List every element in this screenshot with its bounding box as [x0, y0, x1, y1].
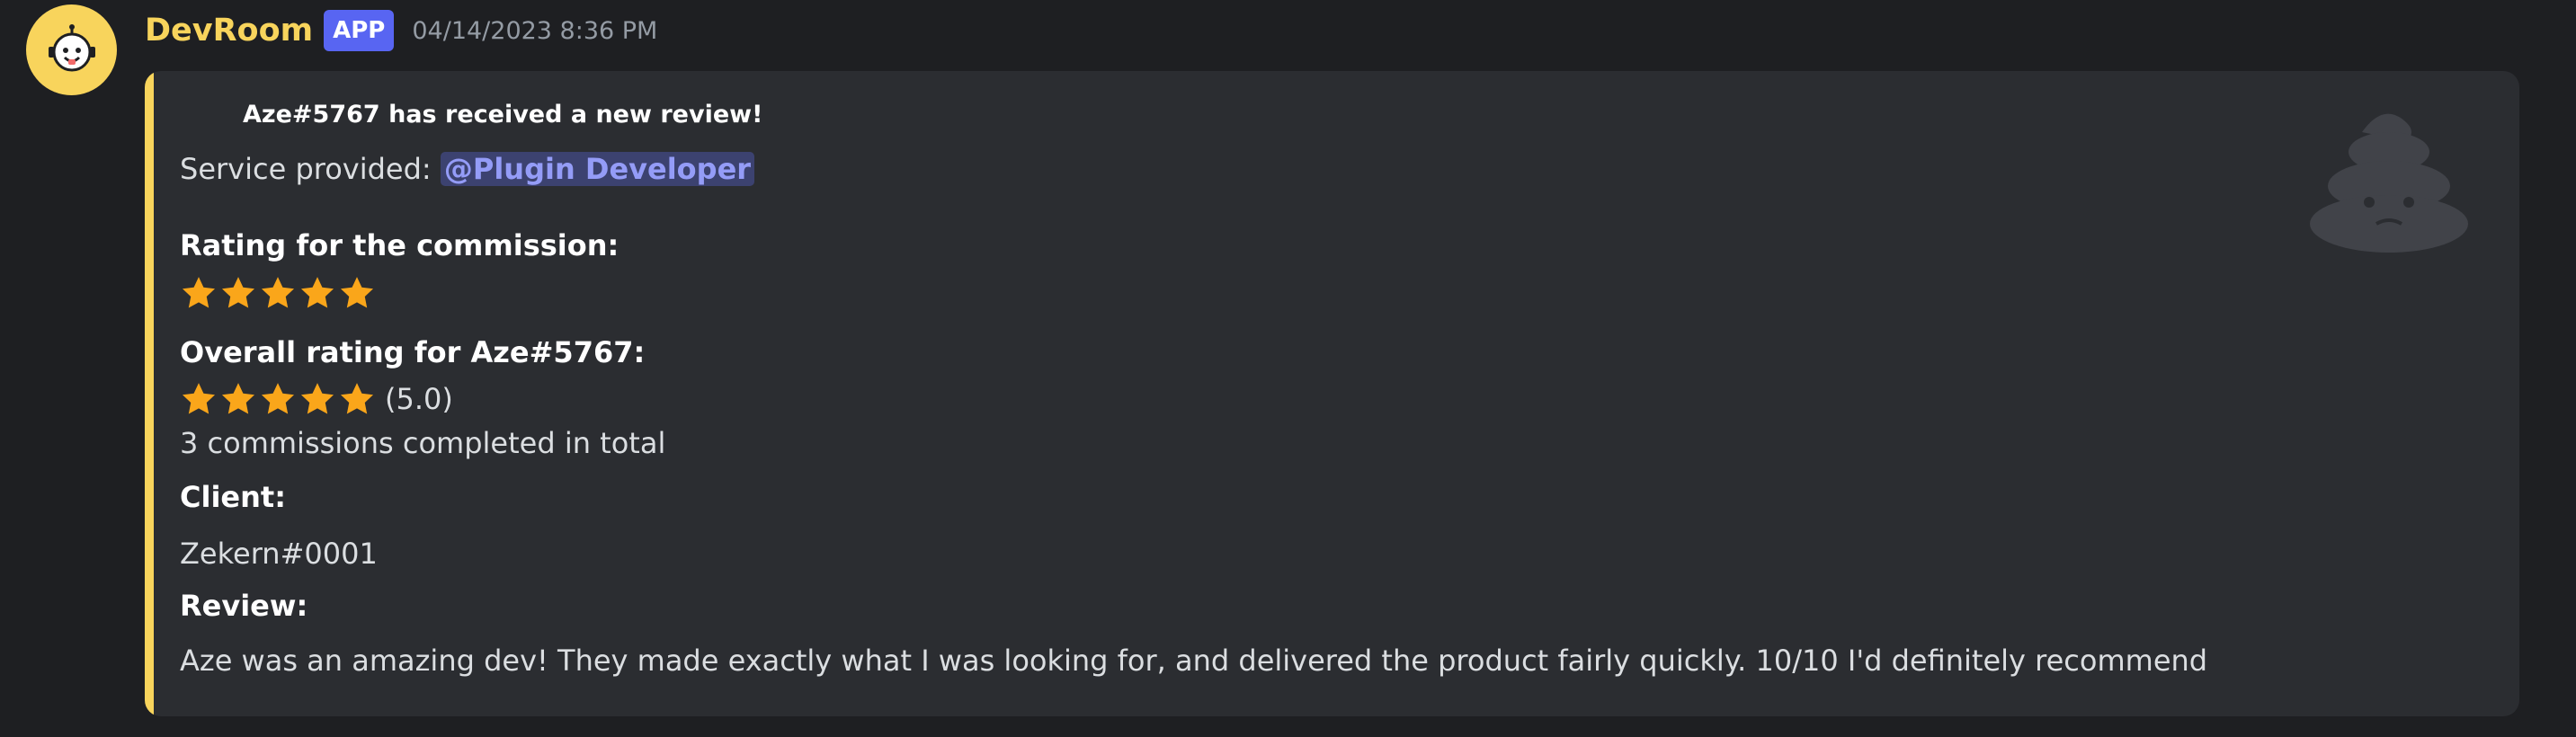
username[interactable]: DevRoom	[145, 13, 313, 49]
embed-author: Aze#5767 has received a new review!	[243, 95, 762, 129]
star-icon	[221, 383, 255, 414]
embed-author-text: Aze#5767 has received a new review!	[243, 101, 763, 129]
star-icon	[182, 383, 216, 414]
service-line: Service provided: @Plugin Developer	[180, 152, 755, 186]
sad-poop-icon	[2310, 113, 2468, 253]
review-embed: Aze#5767 has received a new review! Serv…	[145, 71, 2519, 716]
role-mention[interactable]: @Plugin Developer	[440, 152, 755, 186]
overall-rating-value: (5.0)	[385, 382, 453, 416]
chat-message: DevRoom APP 04/14/2023 8:36 PM Aze#5767 …	[0, 0, 2576, 737]
star-icon	[261, 277, 295, 308]
app-badge: APP	[324, 10, 395, 51]
embed-accent-bar	[145, 71, 154, 716]
message-timestamp: 04/14/2023 8:36 PM	[412, 16, 658, 45]
commission-rating-label: Rating for the commission:	[180, 228, 619, 262]
overall-rating-stars	[180, 380, 376, 418]
star-icon	[340, 383, 374, 414]
client-label: Client:	[180, 480, 286, 514]
star-icon	[340, 277, 374, 308]
client-value: Zekern#0001	[180, 537, 378, 571]
bot-avatar[interactable]	[26, 4, 117, 95]
message-header: DevRoom APP 04/14/2023 8:36 PM	[145, 5, 657, 56]
overall-rating-label: Overall rating for Aze#5767:	[180, 335, 646, 369]
commissions-total: 3 commissions completed in total	[180, 426, 666, 460]
star-icon	[300, 277, 334, 308]
star-icon	[221, 277, 255, 308]
overall-rating-row: (5.0)	[180, 380, 453, 418]
bot-face-icon	[48, 23, 95, 71]
star-icon	[300, 383, 334, 414]
review-label: Review:	[180, 589, 308, 623]
embed-thumbnail	[2308, 105, 2470, 262]
commission-rating-stars	[180, 274, 376, 312]
star-icon	[182, 277, 216, 308]
review-text: Aze was an amazing dev! They made exactl…	[180, 644, 2208, 678]
service-label: Service provided:	[180, 152, 441, 186]
star-icon	[261, 383, 295, 414]
